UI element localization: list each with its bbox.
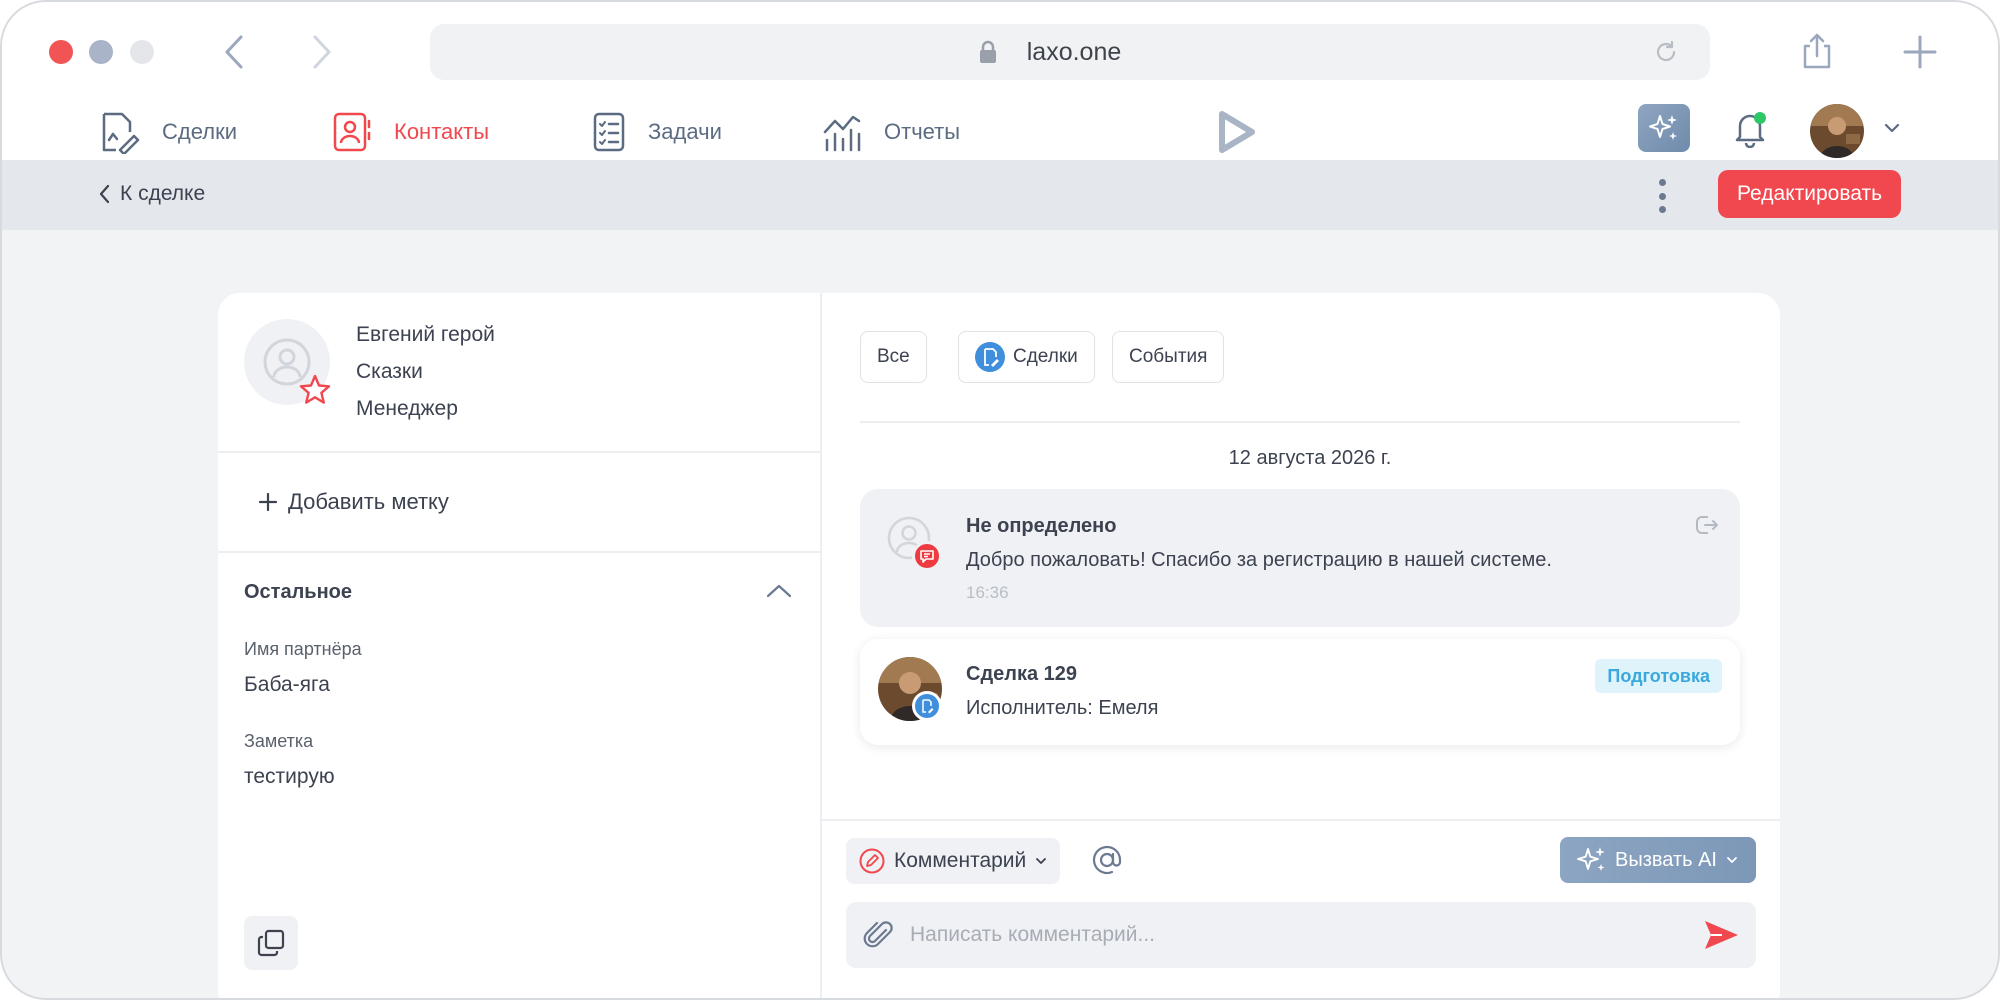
call-ai-button[interactable]: Вызвать AI [1560, 837, 1756, 883]
chevron-down-icon [1036, 858, 1047, 864]
message-time: 16:36 [966, 583, 1009, 602]
deals-badge-icon [975, 342, 1005, 372]
chevron-right-icon [313, 35, 331, 69]
chevron-left-icon [225, 35, 243, 69]
at-icon[interactable] [1090, 843, 1124, 877]
contact-role: Менеджер [356, 397, 458, 420]
browser-back-button[interactable] [214, 32, 254, 72]
address-bar[interactable]: laxo.one [430, 24, 1710, 80]
copy-icon [257, 929, 285, 957]
browser-forward-button[interactable] [302, 32, 342, 72]
contact-name: Евгений герой [356, 323, 495, 346]
field-label-note: Заметка [244, 731, 314, 751]
kebab-icon[interactable] [1654, 176, 1670, 216]
status-badge: Подготовка [1595, 659, 1722, 693]
call-ai-label: Вызвать AI [1614, 848, 1717, 871]
contact-company: Сказки [356, 360, 423, 383]
ai-sparkle-icon [1649, 115, 1677, 140]
deals-badge-icon [912, 691, 942, 721]
deal-card[interactable]: Сделка 129 Исполнитель: Емеля Подготовка [860, 639, 1740, 745]
comment-input[interactable] [910, 902, 1690, 968]
feed-date: 12 августа 2026 г. [1228, 447, 1392, 469]
copy-button[interactable] [244, 916, 298, 970]
nav-label-tasks: Задачи [648, 119, 722, 144]
deal-executor: Исполнитель: Емеля [966, 697, 1159, 719]
chevron-down-icon[interactable] [1882, 118, 1902, 138]
deals-icon [102, 112, 140, 154]
comment-type-dropdown[interactable]: Комментарий [846, 838, 1061, 884]
section-title-other: Остальное [244, 581, 353, 603]
contacts-icon [333, 112, 371, 152]
notification-dot [1754, 112, 1766, 124]
url-text: laxo.one [1026, 37, 1122, 66]
user-avatar[interactable] [1810, 104, 1864, 158]
field-value-partner: Баба-яга [244, 673, 330, 696]
add-tag-button[interactable]: Добавить метку [258, 489, 449, 515]
lock-icon [980, 40, 996, 63]
message-text: Добро пожаловать! Спасибо за регистрацию… [966, 549, 1552, 571]
reports-icon [823, 115, 861, 152]
maximize-window-button[interactable] [130, 40, 154, 64]
nav-label-contacts: Контакты [394, 119, 490, 144]
logo-icon [1219, 111, 1255, 153]
divider [822, 819, 1780, 821]
field-label-partner: Имя партнёра [244, 639, 362, 659]
comment-pen-icon [859, 848, 885, 874]
feed-message[interactable]: Не определено Добро пожаловать! Спасибо … [860, 489, 1740, 627]
app-navigation: Сделки Контакты Задачи Отчеты [2, 104, 1998, 160]
share-icon[interactable] [1800, 32, 1834, 70]
add-tag-label: Добавить метку [288, 489, 449, 514]
divider [218, 551, 820, 553]
edit-button[interactable]: Редактировать [1718, 170, 1901, 218]
contact-info: Евгений герой Сказки Менеджер [356, 323, 495, 434]
app-logo[interactable] [1214, 104, 1258, 160]
filter-deals-label: Сделки [1013, 346, 1078, 367]
ai-sparkle-icon [1577, 847, 1605, 871]
deal-title: Сделка 129 [966, 663, 1078, 685]
back-to-deal-link[interactable]: К сделке [98, 182, 205, 206]
contact-header: Евгений герой Сказки Менеджер [218, 293, 820, 453]
plus-icon [258, 492, 278, 512]
chat-icon [912, 541, 942, 571]
filter-deals[interactable]: Сделки [958, 331, 1095, 383]
nav-item-tasks[interactable]: Задачи [592, 104, 722, 160]
browser-toolbar: laxo.one [2, 2, 1998, 104]
field-value-note: тестирую [244, 765, 335, 788]
browser-window: laxo.one Сделки Контакты Задачи Отчеты К… [0, 0, 2000, 1000]
nav-item-deals[interactable]: Сделки [96, 104, 237, 160]
contact-details-panel: Евгений герой Сказки Менеджер Добавить м… [218, 293, 822, 998]
plus-icon[interactable] [1902, 34, 1938, 70]
divider [860, 421, 1740, 423]
message-title: Не определено [966, 515, 1117, 537]
minimize-window-button[interactable] [89, 40, 113, 64]
chevron-up-icon[interactable] [764, 581, 794, 601]
chevron-down-icon [1727, 857, 1737, 863]
star-icon[interactable] [298, 373, 332, 407]
back-label: К сделке [120, 182, 206, 205]
activity-feed-panel: Все Сделки События 12 августа 2026 г. Не… [822, 293, 1780, 998]
paperclip-icon[interactable] [862, 918, 896, 952]
filter-events[interactable]: События [1112, 331, 1225, 383]
ai-assistant-button[interactable] [1638, 104, 1690, 152]
comment-type-label: Комментарий [894, 849, 1027, 872]
chevron-left-icon [99, 184, 110, 204]
reload-icon [1656, 40, 1676, 62]
nav-item-reports[interactable]: Отчеты [822, 104, 960, 160]
page-subheader: К сделке Редактировать [2, 160, 1998, 230]
nav-item-contacts[interactable]: Контакты [332, 104, 489, 160]
comment-box [846, 902, 1756, 968]
close-window-button[interactable] [49, 40, 73, 64]
send-icon[interactable] [1702, 918, 1740, 952]
contact-card: Евгений герой Сказки Менеджер Добавить м… [218, 293, 1780, 998]
tasks-icon [593, 112, 625, 152]
exit-icon[interactable] [1694, 513, 1720, 537]
nav-label-reports: Отчеты [884, 119, 961, 144]
nav-label-deals: Сделки [162, 119, 237, 144]
filter-all[interactable]: Все [860, 331, 927, 383]
